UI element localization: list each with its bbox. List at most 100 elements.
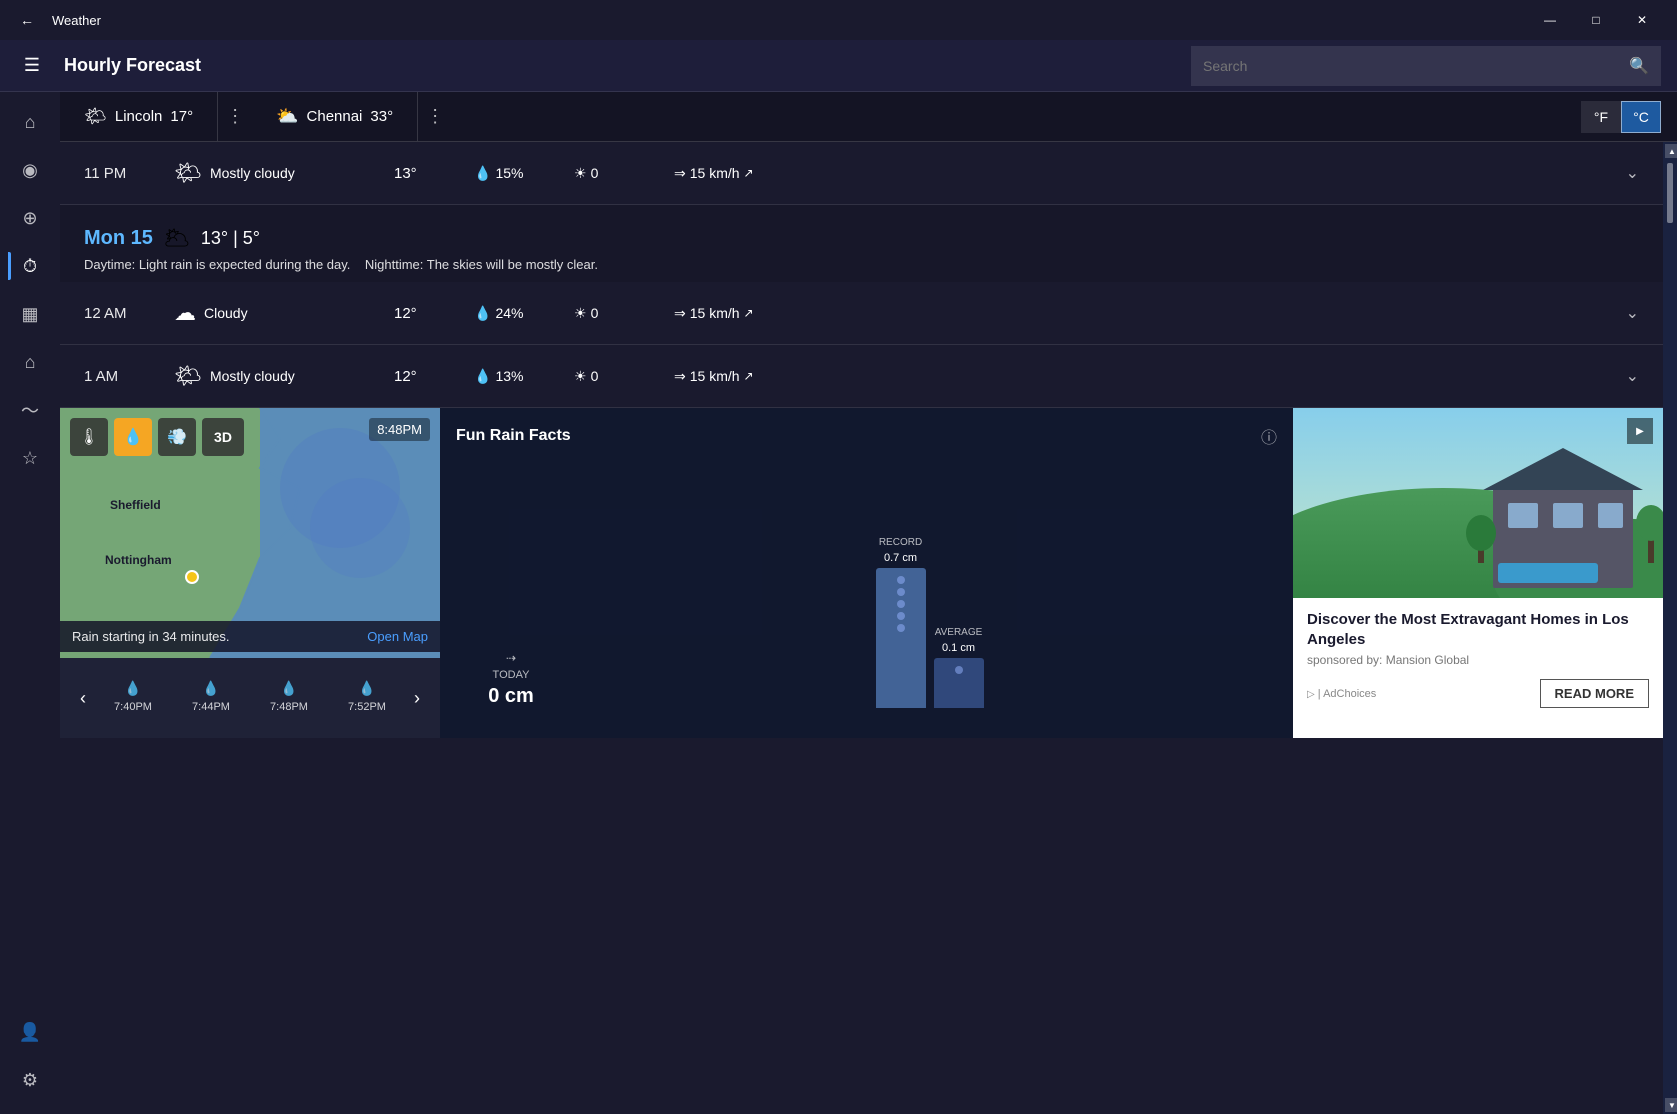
forecast-temp: 12° xyxy=(394,368,474,385)
location-tabs: 🌤 Lincoln 17° ⋮ ⛅ Chennai 33° ⋮ °F °C xyxy=(60,92,1677,142)
search-icon[interactable]: 🔍 xyxy=(1629,56,1649,76)
time-label: 7:40PM xyxy=(114,701,152,713)
3d-tool[interactable]: 3D xyxy=(202,418,244,456)
rain-drop-icon: 💧 xyxy=(202,680,219,697)
expand-icon[interactable]: ⌄ xyxy=(1626,163,1639,183)
location-tab-chennai[interactable]: ⛅ Chennai 33° xyxy=(252,92,418,141)
sidebar-item-calendar[interactable]: ▦ xyxy=(8,292,52,336)
forecast-temp: 13° xyxy=(394,165,474,182)
wind-arrow-icon: ↗ xyxy=(744,166,754,180)
sidebar-item-chart[interactable]: 〜 xyxy=(8,388,52,432)
average-value: 0.1 cm xyxy=(942,642,975,654)
forecast-row-11pm[interactable]: 11 PM 🌤 Mostly cloudy 13° 💧 15% ☀ 0 xyxy=(60,142,1663,205)
timeline-item-4: 💧 7:52PM xyxy=(348,680,386,713)
sheffield-label: Sheffield xyxy=(110,498,161,512)
timeline-item-2: 💧 7:44PM xyxy=(192,680,230,713)
record-bar xyxy=(876,568,926,708)
rain-drop-icon: 💧 xyxy=(280,680,297,697)
day-title: Mon 15 🌥 13° | 5° xyxy=(84,225,1639,251)
map-next-arrow[interactable]: › xyxy=(406,688,428,709)
search-input[interactable] xyxy=(1203,58,1629,74)
wind-icon: ⇒ xyxy=(674,368,686,385)
forecast-rain: 💧 24% xyxy=(474,305,574,322)
uv-value: 0 xyxy=(591,165,599,181)
rain-percent: 15% xyxy=(495,165,523,181)
forecast-rain: 💧 13% xyxy=(474,368,574,385)
condition-label: Cloudy xyxy=(204,305,248,321)
expand-icon[interactable]: ⌄ xyxy=(1626,303,1639,323)
sidebar-item-home[interactable]: ⌂ xyxy=(8,100,52,144)
main-container: ⌂ ◉ ⊕ ⏱ ▦ ⌂ 〜 ☆ 👤 ⚙ 🌤 Lincoln 17° ⋮ ⛅ Ch… xyxy=(0,92,1677,1114)
nighttime-desc: Nighttime: The skies will be mostly clea… xyxy=(365,257,598,272)
maximize-button[interactable]: □ xyxy=(1573,4,1619,36)
scrollbar-thumb[interactable] xyxy=(1667,163,1673,223)
map-time: 8:48PM xyxy=(369,418,430,441)
timeline-item-1: 💧 7:40PM xyxy=(114,680,152,713)
day-temps: 13° | 5° xyxy=(201,228,260,249)
today-value: 0 cm xyxy=(488,685,534,708)
timeline-item-3: 💧 7:48PM xyxy=(270,680,308,713)
nottingham-label: Nottingham xyxy=(105,553,172,567)
minimize-button[interactable]: — xyxy=(1527,4,1573,36)
wind-speed: 15 km/h xyxy=(690,165,740,181)
sidebar-item-globe[interactable]: ⊕ xyxy=(8,196,52,240)
lincoln-menu[interactable]: ⋮ xyxy=(218,106,252,127)
wind-icon: ⇒ xyxy=(674,305,686,322)
back-button[interactable]: ← xyxy=(12,5,42,35)
forecast-uv: ☀ 0 xyxy=(574,305,674,322)
celsius-button[interactable]: °C xyxy=(1621,101,1661,133)
close-button[interactable]: ✕ xyxy=(1619,4,1665,36)
ad-bottom-row: ▷ | AdChoices READ MORE xyxy=(1307,679,1649,708)
rain-drop-icon: 💧 xyxy=(124,680,141,697)
average-bar xyxy=(934,658,984,708)
scrollbar-up[interactable]: ▲ xyxy=(1665,144,1677,158)
uv-value: 0 xyxy=(591,305,599,321)
hamburger-button[interactable]: ☰ xyxy=(16,50,48,82)
sidebar-item-person[interactable]: 👤 xyxy=(8,1010,52,1054)
map-timeline: 💧 7:40PM 💧 7:44PM 💧 7:48PM xyxy=(94,680,406,717)
sidebar-item-settings[interactable]: ⚙ xyxy=(8,1058,52,1102)
rain-drop-icon: 💧 xyxy=(358,680,375,697)
read-more-button[interactable]: READ MORE xyxy=(1540,679,1649,708)
rain-facts-header: Fun Rain Facts ⓘ xyxy=(456,424,1277,448)
sidebar-item-history[interactable]: ⏱ xyxy=(8,244,52,288)
chennai-temp: 33° xyxy=(370,108,393,125)
rain-facts-widget: Fun Rain Facts ⓘ ⇢ TODAY 0 cm xyxy=(440,408,1293,738)
daytime-desc: Daytime: Light rain is expected during t… xyxy=(84,257,350,272)
record-bar-group: RECORD 0.7 cm xyxy=(876,537,926,708)
ad-content: Discover the Most Extravagant Homes in L… xyxy=(1293,598,1663,720)
adchoices-icon: ▷ xyxy=(1307,689,1315,700)
window-title: Weather xyxy=(52,13,101,28)
chennai-menu[interactable]: ⋮ xyxy=(418,106,452,127)
sidebar: ⌂ ◉ ⊕ ⏱ ▦ ⌂ 〜 ☆ 👤 ⚙ xyxy=(0,92,60,1114)
ad-badge[interactable]: ▶ xyxy=(1627,418,1653,444)
rain-drop xyxy=(897,588,905,596)
weather-icon: 🌤 xyxy=(174,160,202,186)
thermometer-tool[interactable]: 🌡 xyxy=(70,418,108,456)
rain-drop xyxy=(897,576,905,584)
forecast-uv: ☀ 0 xyxy=(574,165,674,182)
forecast-condition: ☁ Cloudy xyxy=(174,300,394,326)
sidebar-item-star[interactable]: ☆ xyxy=(8,436,52,480)
rain-tool[interactable]: 💧 xyxy=(114,418,152,456)
rain-bars-col: RECORD 0.7 cm xyxy=(582,460,1277,708)
scrollbar-down[interactable]: ▼ xyxy=(1665,1098,1677,1112)
rain-facts-content: ⇢ TODAY 0 cm RECORD 0.7 cm xyxy=(456,460,1277,708)
forecast-time: 1 AM xyxy=(84,368,174,385)
wind-tool[interactable]: 💨 xyxy=(158,418,196,456)
open-map-link[interactable]: Open Map xyxy=(367,629,428,644)
forecast-condition: 🌤 Mostly cloudy xyxy=(174,160,394,186)
fahrenheit-button[interactable]: °F xyxy=(1581,101,1621,133)
sidebar-item-news[interactable]: ◉ xyxy=(8,148,52,192)
forecast-row-1am[interactable]: 1 AM 🌤 Mostly cloudy 12° 💧 13% ☀ 0 xyxy=(60,345,1663,408)
window-controls: — □ ✕ xyxy=(1527,4,1665,36)
rain-facts-info-icon[interactable]: ⓘ xyxy=(1261,424,1277,448)
rain-drop xyxy=(897,612,905,620)
forecast-wind: ⇒ 15 km/h ↗ xyxy=(674,368,1626,385)
expand-icon[interactable]: ⌄ xyxy=(1626,366,1639,386)
location-tab-lincoln[interactable]: 🌤 Lincoln 17° xyxy=(60,92,218,141)
adchoices-text[interactable]: AdChoices xyxy=(1323,688,1376,700)
sidebar-item-home2[interactable]: ⌂ xyxy=(8,340,52,384)
forecast-row-12am[interactable]: 12 AM ☁ Cloudy 12° 💧 24% ☀ 0 xyxy=(60,282,1663,345)
map-prev-arrow[interactable]: ‹ xyxy=(72,688,94,709)
